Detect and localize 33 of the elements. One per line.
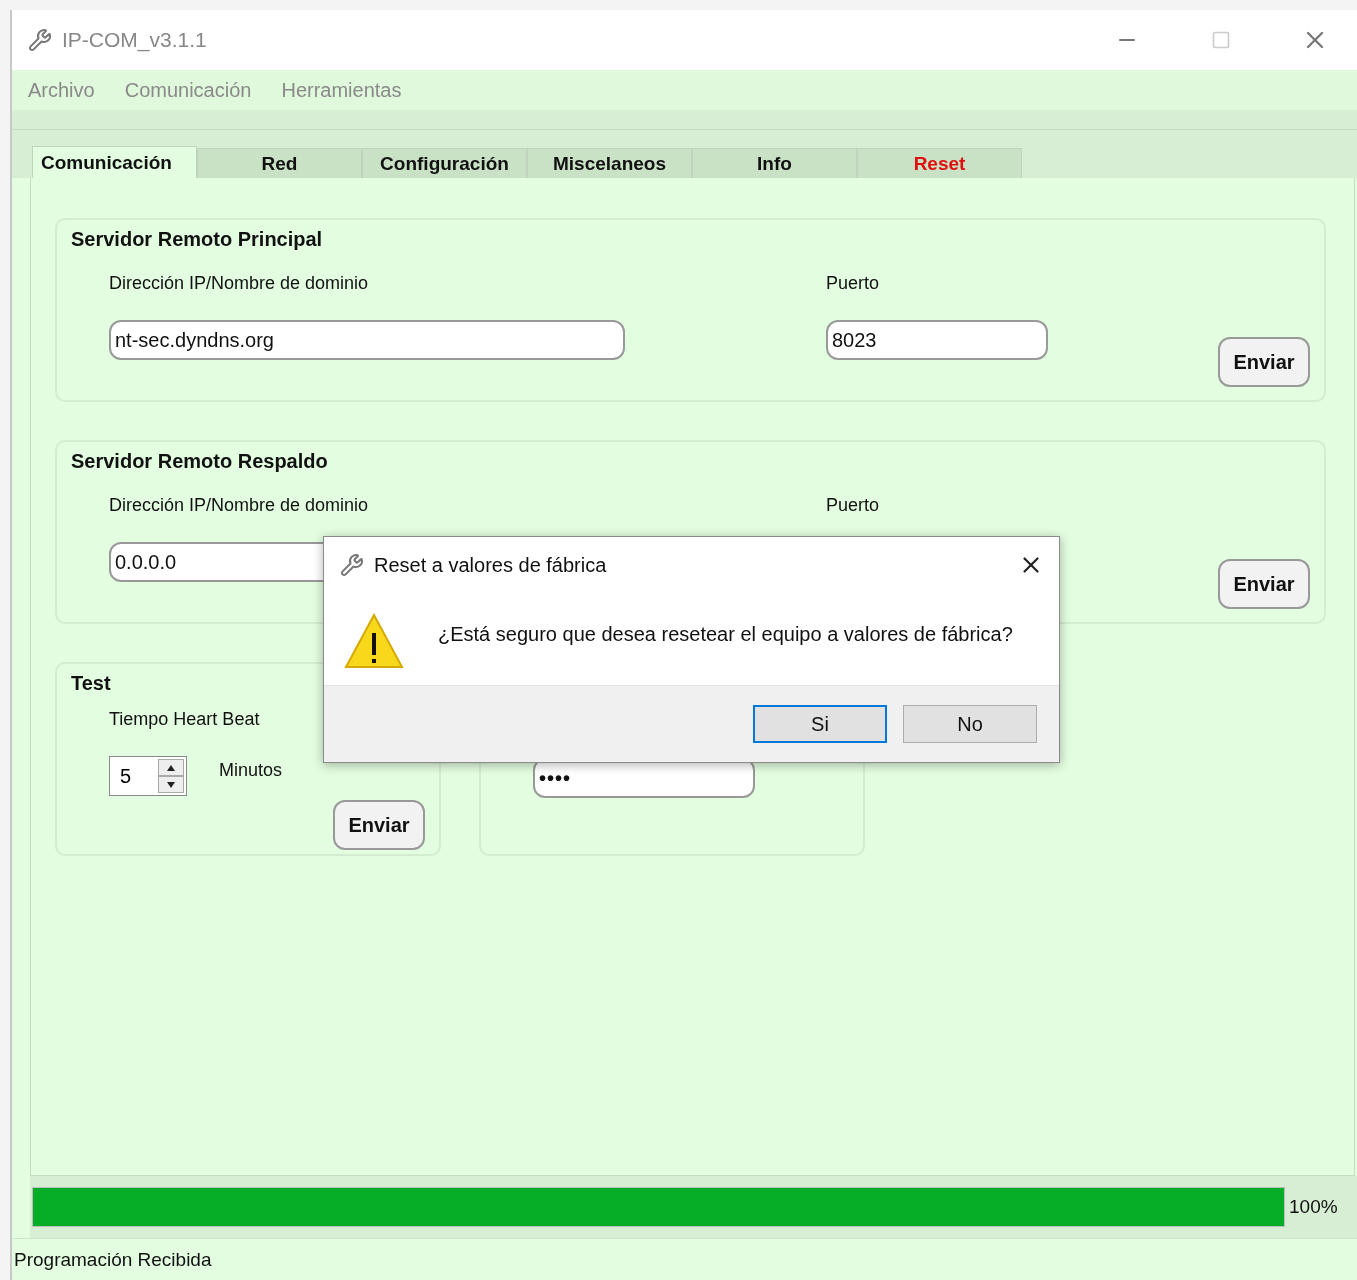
spin-up-icon[interactable] [158, 759, 184, 776]
dialog-button[interactable]: Si [753, 705, 887, 743]
tab[interactable]: Info [692, 148, 857, 178]
group-title: Servidor Remoto Respaldo [71, 450, 329, 473]
tab[interactable]: Configuración [362, 148, 527, 178]
field-label: Dirección IP/Nombre de dominio [109, 273, 370, 294]
field-label: Puerto [826, 495, 881, 516]
group-title: Test [71, 672, 112, 695]
send-button[interactable]: Enviar [1218, 337, 1310, 387]
input-field[interactable]: nt-sec.dyndns.org [109, 320, 625, 360]
dialog-button[interactable]: No [903, 705, 1037, 743]
field-label: Puerto [826, 273, 881, 294]
tools-icon [28, 28, 52, 52]
unit-label: Minutos [219, 759, 283, 781]
number-spinner[interactable]: 5 [109, 756, 187, 796]
send-button[interactable]: Enviar [1218, 559, 1310, 609]
status-text: Programación Recibida [14, 1248, 212, 1271]
warning-icon [344, 613, 404, 669]
group-title: Servidor Remoto Principal [71, 228, 324, 251]
dialog-title: Reset a valores de fábrica [374, 553, 608, 577]
dialog-message: ¿Está seguro que desea resetear el equipo a valores de fábrica? [438, 623, 1013, 646]
send-button[interactable]: Enviar [333, 800, 425, 850]
tab[interactable]: Miscelaneos [527, 148, 692, 178]
tools-icon [340, 553, 364, 577]
progress-reading: 100% [1289, 1196, 1338, 1218]
tab[interactable]: Red [197, 148, 362, 178]
spin-down-icon[interactable] [158, 776, 184, 793]
field-label: Dirección IP/Nombre de dominio [109, 495, 370, 516]
field-label: Tiempo Heart Beat [109, 709, 261, 730]
window-title: IP-COM_v3.1.1 [62, 28, 208, 52]
tab[interactable]: Reset [857, 148, 1022, 178]
input-field[interactable]: 8023 [826, 320, 1048, 360]
tab[interactable]: Comunicación [32, 146, 197, 178]
